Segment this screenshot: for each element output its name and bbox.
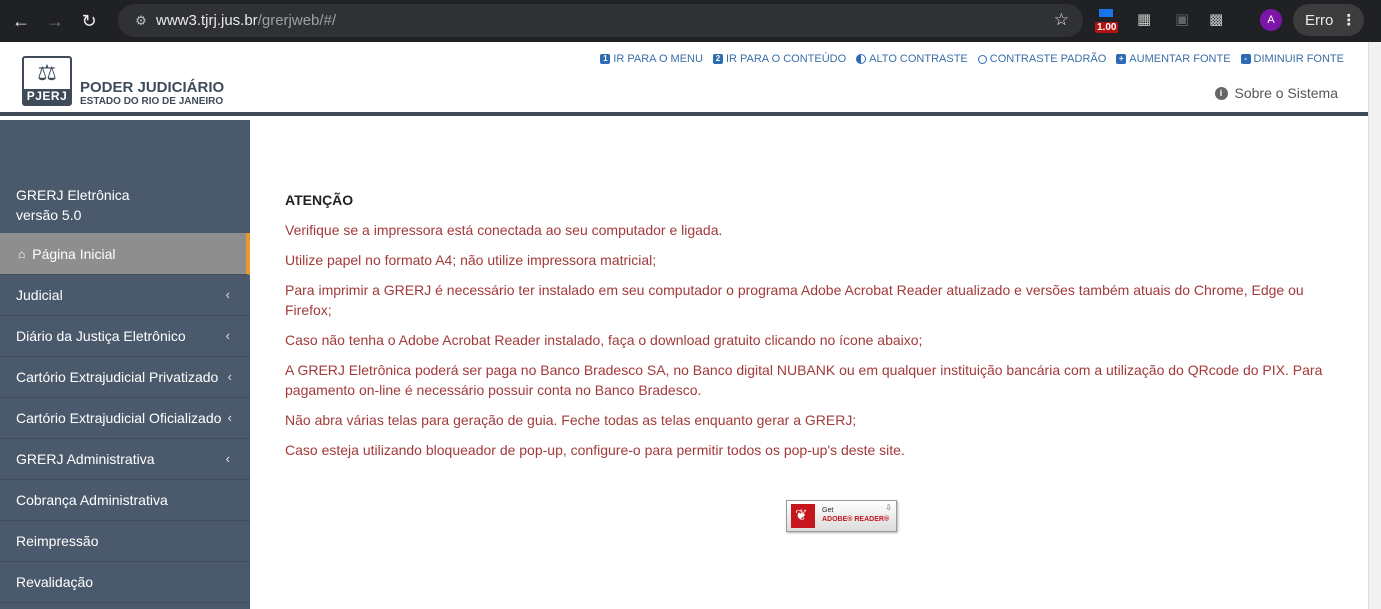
chevron-left-icon: ‹	[225, 328, 230, 343]
high-contrast-link[interactable]: ALTO CONTRASTE	[856, 53, 968, 65]
message-paper: Utilize papel no formato A4; não utilize…	[285, 252, 657, 268]
message-acrobat-required: Para imprimir a GRERJ é necessário ter i…	[285, 282, 1304, 318]
flag-icon	[1099, 9, 1113, 17]
bookmark-star-icon[interactable]: ☆	[1054, 10, 1069, 30]
sidebar-item-cobranca[interactable]: Cobrança Administrativa	[0, 480, 250, 521]
download-arrow-icon: ⇩	[885, 503, 892, 512]
brand-subtitle: ESTADO DO RIO DE JANEIRO	[80, 96, 224, 107]
default-contrast-link[interactable]: CONTRASTE PADRÃO	[977, 53, 1106, 65]
error-label: Erro	[1305, 11, 1334, 29]
sidebar-item-home[interactable]: ⌂ Página Inicial	[0, 233, 250, 275]
adobe-logo-icon	[791, 504, 815, 528]
sidebar-item-grerj-administrativa[interactable]: GRERJ Administrativa ‹	[0, 439, 250, 480]
minus-icon: -	[1240, 54, 1251, 64]
pjerj-logo[interactable]: ⚖ PJERJ	[22, 56, 72, 106]
circle-icon	[977, 54, 987, 64]
skip-to-menu-link[interactable]: 1 IR PARA O MENU	[600, 53, 703, 65]
profile-avatar[interactable]: A	[1260, 9, 1282, 31]
adobe-reader-text: ADOBE® READER®	[822, 516, 890, 523]
chevron-left-icon: ‹	[227, 410, 232, 425]
chevron-left-icon: ‹	[225, 451, 230, 466]
extension-count: 1.00	[1095, 22, 1119, 33]
contrast-icon	[856, 54, 867, 64]
chevron-left-icon: ‹	[227, 369, 232, 384]
reload-icon[interactable]: ↻	[72, 4, 106, 38]
extension-icon[interactable]: ▦	[1137, 10, 1151, 28]
sidebar-item-cartorio-privatizado[interactable]: Cartório Extrajudicial Privatizado ‹	[0, 357, 250, 398]
plus-icon: +	[1116, 54, 1127, 64]
sidebar-item-diario[interactable]: Diário da Justiça Eletrônico ‹	[0, 316, 250, 357]
error-menu-button[interactable]: Erro ⋮	[1293, 4, 1364, 36]
app-title: GRERJ Eletrônica	[16, 187, 130, 203]
sidebar: GRERJ Eletrônica versão 5.0 ⌂ Página Ini…	[0, 120, 250, 609]
puzzle-icon[interactable]: ▩	[1209, 10, 1223, 28]
page-scrollbar[interactable]	[1368, 42, 1381, 609]
brand-title: PODER JUDICIÁRIO	[80, 79, 225, 96]
sidebar-item-reimpressao[interactable]: Reimpressão	[0, 521, 250, 562]
browser-toolbar: ← → ↻ ⚙ www3.tjrj.jus.br/grerjweb/#/ ☆ 1…	[0, 0, 1381, 42]
main-content: ATENÇÃO Verifique se a impressora está c…	[250, 120, 1368, 609]
message-download: Caso não tenha o Adobe Acrobat Reader in…	[285, 332, 923, 348]
more-icon: ⋮	[1341, 12, 1357, 29]
message-screens: Não abra várias telas para geração de gu…	[285, 412, 857, 428]
adobe-get-text: Get	[822, 507, 834, 514]
site-info-icon[interactable]: ⚙	[126, 13, 156, 29]
skip-to-content-link[interactable]: 2 IR PARA O CONTEÚDO	[712, 53, 846, 65]
sidebar-item-judicial[interactable]: Judicial ‹	[0, 275, 250, 316]
accessibility-bar: 1 IR PARA O MENU 2 IR PARA O CONTEÚDO ALTO…	[600, 53, 1344, 65]
scales-icon: ⚖	[37, 60, 57, 85]
number-two-icon: 2	[712, 54, 723, 64]
home-icon: ⌂	[18, 246, 26, 261]
about-system-link[interactable]: i Sobre o Sistema	[1214, 85, 1338, 101]
info-icon: i	[1214, 86, 1228, 100]
sidebar-item-revalidacao[interactable]: Revalidação	[0, 562, 250, 603]
chevron-left-icon: ‹	[225, 287, 230, 302]
extension-badge[interactable]: 1.00	[1095, 9, 1125, 33]
logo-text: PJERJ	[24, 89, 70, 104]
site-header: ⚖ PJERJ PODER JUDICIÁRIO ESTADO DO RIO D…	[0, 42, 1368, 116]
url-text[interactable]: www3.tjrj.jus.br/grerjweb/#/	[156, 12, 336, 29]
message-payment: A GRERJ Eletrônica poderá ser paga no Ba…	[285, 362, 1323, 398]
get-adobe-reader-button[interactable]: Get ADOBE® READER® ⇩	[786, 500, 897, 532]
message-popup: Caso esteja utilizando bloqueador de pop…	[285, 442, 905, 458]
sidebar-item-cartorio-oficializado[interactable]: Cartório Extrajudicial Oficializado ‹	[0, 398, 250, 439]
decrease-font-link[interactable]: - DIMINUIR FONTE	[1240, 53, 1344, 65]
app-version: versão 5.0	[16, 207, 82, 223]
app-name: GRERJ Eletrônica versão 5.0	[16, 185, 130, 225]
address-bar[interactable]: ⚙ www3.tjrj.jus.br/grerjweb/#/ ☆	[118, 4, 1083, 37]
sidebar-menu: ⌂ Página Inicial Judicial ‹ Diário da Ju…	[0, 233, 250, 603]
attention-title: ATENÇÃO	[285, 192, 354, 208]
message-printer: Verifique se a impressora está conectada…	[285, 222, 723, 238]
increase-font-link[interactable]: + AUMENTAR FONTE	[1116, 53, 1231, 65]
back-icon[interactable]: ←	[4, 4, 38, 38]
forward-icon[interactable]: →	[38, 4, 72, 38]
extension-icon-2[interactable]: ▣	[1175, 10, 1189, 28]
number-one-icon: 1	[600, 54, 611, 64]
